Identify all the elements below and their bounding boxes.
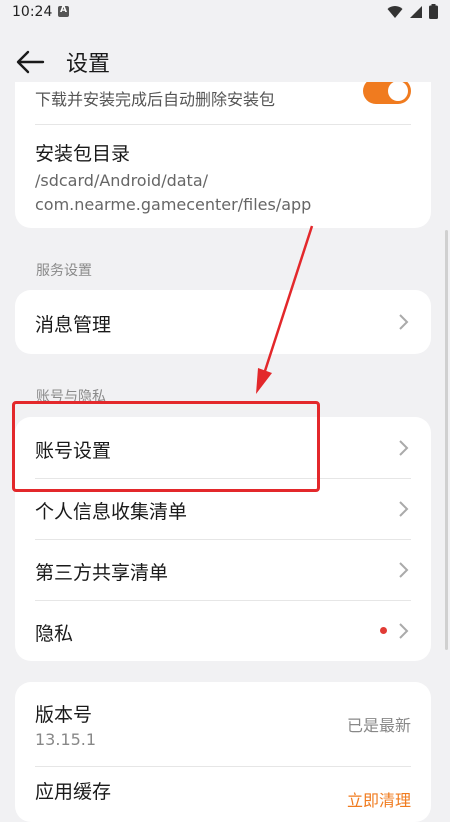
third-party-sharing-row[interactable]: 第三方共享清单 [15, 540, 431, 600]
auto-delete-toggle[interactable] [363, 82, 411, 104]
account-privacy-card: 账号设置 个人信息收集清单 第三方共享清单 隐私 [15, 417, 431, 661]
personal-info-list-row[interactable]: 个人信息收集清单 [15, 479, 431, 539]
privacy-label: 隐私 [35, 623, 74, 645]
status-time: 10:24 [12, 4, 53, 20]
battery-icon [429, 4, 438, 19]
version-value: 13.15.1 [35, 730, 97, 749]
app-cache-row[interactable]: 应用缓存 立即清理 [15, 767, 431, 822]
arrow-left-icon [16, 50, 45, 74]
clear-cache-button[interactable]: 立即清理 [347, 787, 411, 811]
chevron-right-icon [399, 314, 409, 330]
notification-a-icon [58, 5, 69, 17]
chevron-right-icon [399, 440, 409, 456]
version-row[interactable]: 版本号 13.15.1 已是最新 [15, 682, 431, 762]
scrollbar[interactable] [445, 230, 448, 650]
message-management-label: 消息管理 [35, 314, 112, 336]
auto-delete-description: 下载并安装完成后自动删除安装包 [35, 90, 276, 109]
install-dir-title: 安装包目录 [35, 143, 131, 165]
install-dir-path-line2: com.nearme.gamecenter/files/app [35, 195, 312, 214]
signal-icon [410, 5, 422, 18]
page-title: 设置 [66, 52, 111, 77]
install-dir-path-line1: /sdcard/Android/data/ [35, 171, 209, 190]
chevron-right-icon [399, 623, 409, 639]
service-card: 消息管理 [15, 290, 431, 354]
back-button[interactable] [14, 46, 46, 78]
service-section-label: 服务设置 [36, 263, 92, 279]
auto-delete-row[interactable]: 下载并安装完成后自动删除安装包 [15, 82, 431, 124]
about-card: 版本号 13.15.1 已是最新 应用缓存 立即清理 [15, 682, 431, 822]
personal-info-list-label: 个人信息收集清单 [35, 501, 188, 523]
chevron-right-icon [399, 562, 409, 578]
version-status: 已是最新 [346, 716, 411, 735]
install-dir-row[interactable]: 安装包目录 /sdcard/Android/data/ com.nearme.g… [15, 125, 431, 228]
version-title: 版本号 [35, 704, 93, 726]
message-management-row[interactable]: 消息管理 [15, 290, 431, 354]
account-settings-row[interactable]: 账号设置 [15, 417, 431, 478]
status-bar: 10:24 [0, 0, 450, 26]
red-dot-badge [380, 627, 387, 634]
privacy-row[interactable]: 隐私 [15, 601, 431, 661]
account-section-label: 账号与隐私 [36, 389, 106, 405]
wifi-icon [387, 5, 403, 18]
third-party-sharing-label: 第三方共享清单 [35, 562, 169, 584]
chevron-right-icon [399, 501, 409, 517]
account-settings-label: 账号设置 [35, 440, 112, 462]
install-settings-card: 下载并安装完成后自动删除安装包 安装包目录 /sdcard/Android/da… [15, 82, 431, 228]
status-icons [387, 4, 438, 19]
